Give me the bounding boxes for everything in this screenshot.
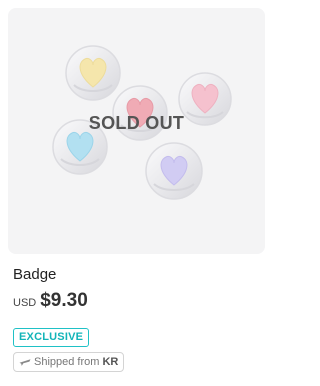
shipped-from-country: KR [102, 356, 119, 368]
shipping-origin-badge: Shipped from KR [13, 352, 125, 372]
plane-icon [19, 359, 31, 366]
sold-out-overlay: SOLD OUT [88, 113, 185, 133]
price-value: $9.30 [40, 290, 88, 311]
product-card[interactable]: SOLD OUT Badge USD $9.30 EXCLUSIVE Shipp… [0, 0, 271, 386]
product-image[interactable]: SOLD OUT [8, 8, 265, 254]
currency-label: USD [13, 297, 37, 309]
exclusive-badge: EXCLUSIVE [13, 328, 90, 347]
price-row: USD $9.30 [13, 290, 88, 314]
shipped-from-label: Shipped from [34, 356, 100, 368]
product-title[interactable]: Badge [13, 266, 56, 283]
